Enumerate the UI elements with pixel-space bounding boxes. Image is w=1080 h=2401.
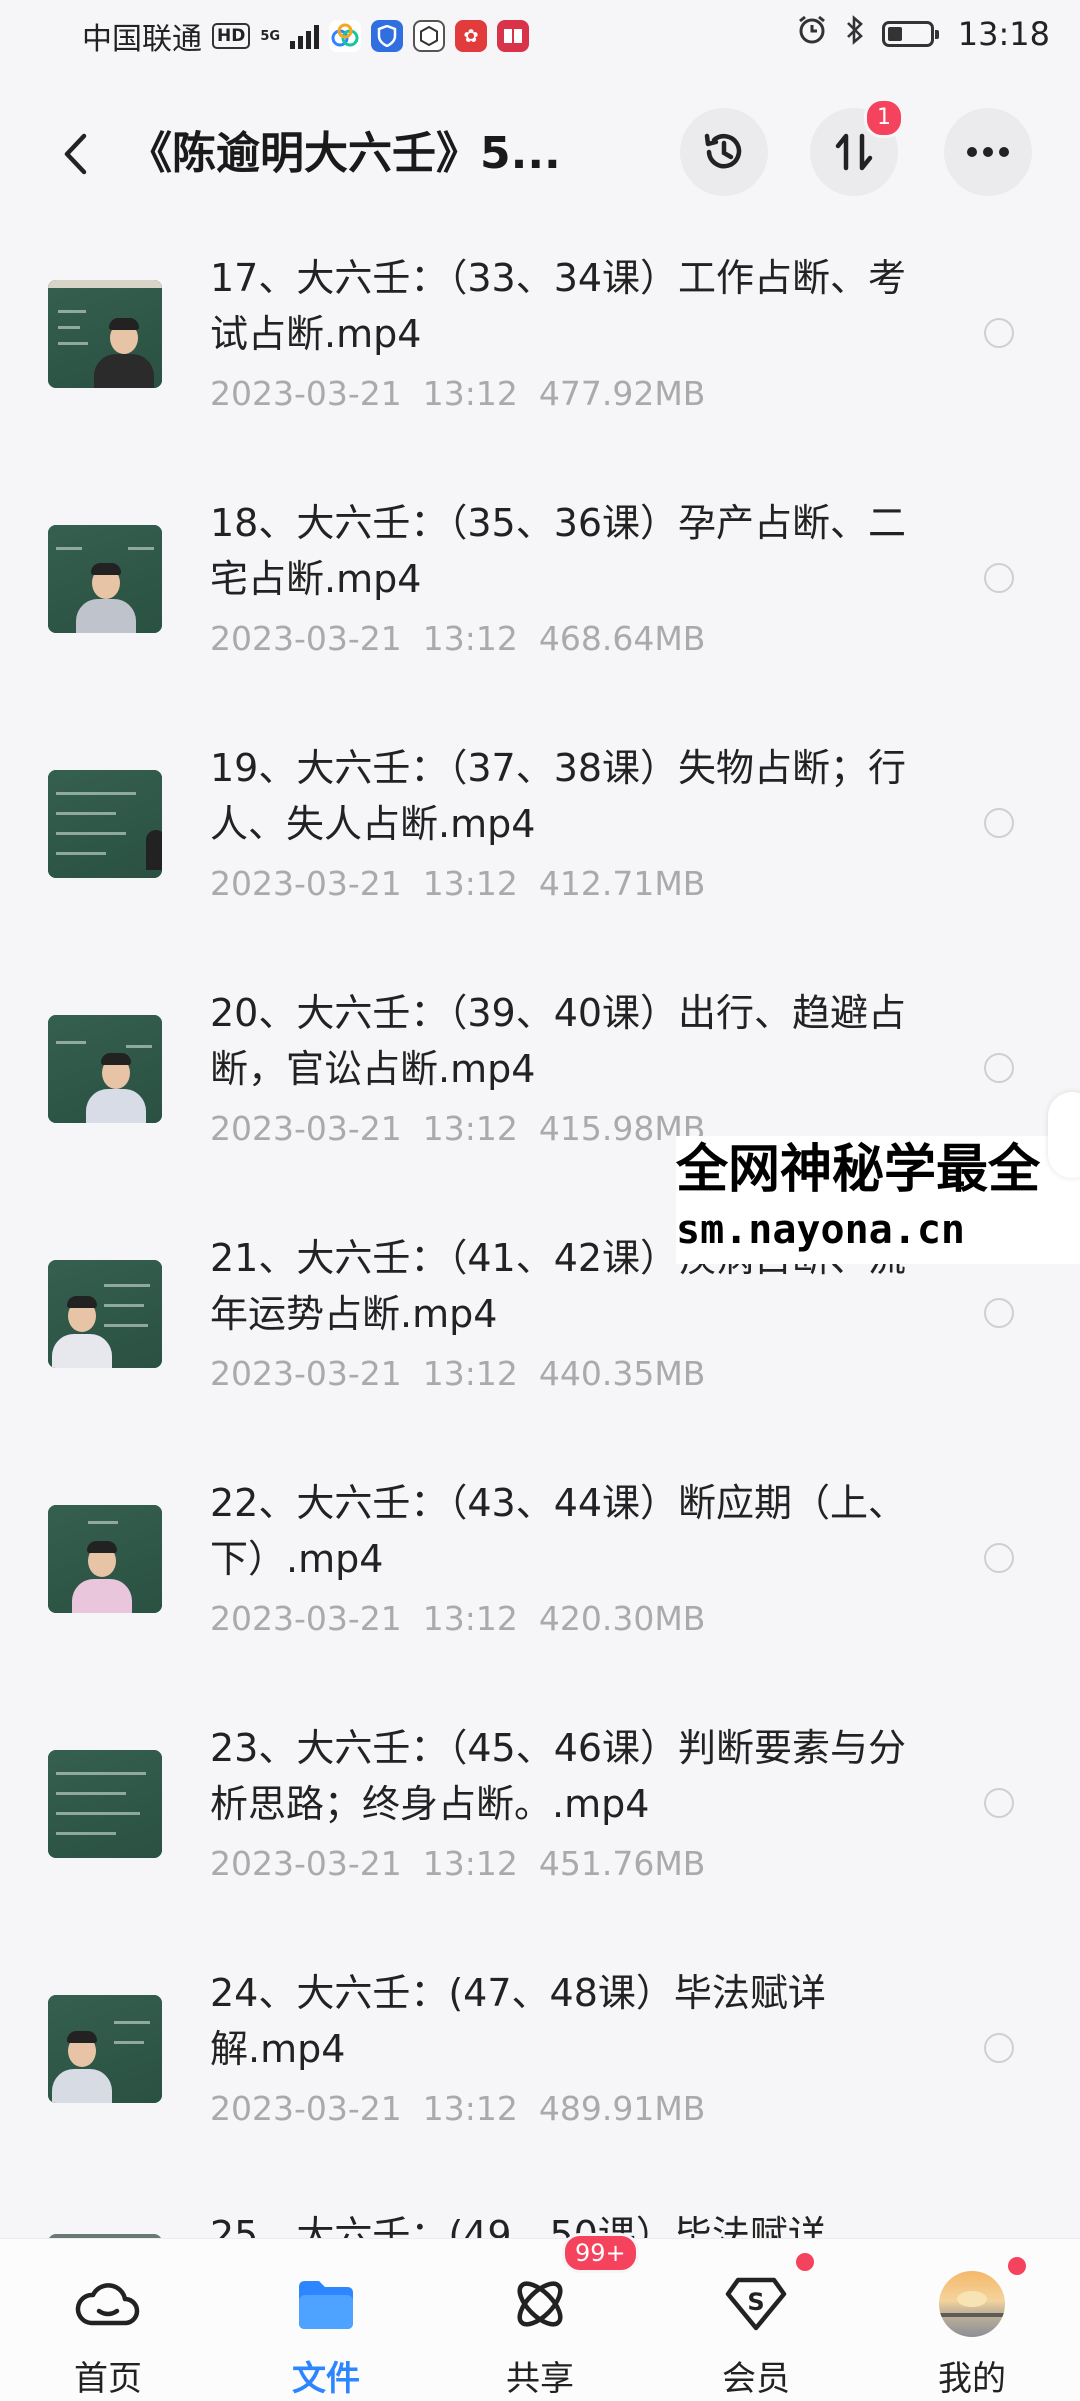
side-scroll-handle[interactable]: [1048, 1092, 1080, 1178]
share-badge: 99+: [562, 2233, 639, 2273]
video-thumbnail: [48, 1260, 162, 1368]
tab-label: 我的: [938, 2359, 1006, 2399]
file-meta: 2023-03-21 13:12 412.71MB: [210, 864, 706, 903]
home-cloud-icon: [73, 2269, 143, 2339]
carrier-label: 中国联通: [82, 22, 202, 57]
select-radio[interactable]: [984, 1543, 1014, 1573]
member-dot: [796, 2253, 814, 2271]
signal-icon: [290, 23, 320, 49]
transfer-icon: [835, 133, 873, 171]
more-button[interactable]: [944, 108, 1032, 196]
tab-label: 会员: [722, 2359, 790, 2399]
video-thumbnail: [48, 1995, 162, 2103]
select-radio[interactable]: [984, 808, 1014, 838]
chevron-left-icon: [64, 133, 87, 175]
back-button[interactable]: [50, 124, 100, 184]
video-thumbnail: [48, 1750, 162, 1858]
top-bar: 《陈逾明大六壬》5... 1: [0, 98, 1080, 210]
tab-label: 共享: [506, 2359, 574, 2399]
battery-icon: [881, 21, 939, 47]
hd-indicator: HD: [212, 23, 251, 49]
network-type: 5G: [260, 28, 281, 44]
file-name: 23、大六壬：（45、46课）判断要素与分析思路；终身占断。.mp4: [210, 1726, 907, 1826]
more-icon: [967, 147, 1009, 157]
tab-member[interactable]: S 会员: [686, 2239, 826, 2401]
shield-app-icon: [371, 20, 404, 52]
clock: 13:18: [957, 15, 1050, 53]
file-meta: 2023-03-21 13:12 489.91MB: [210, 2089, 706, 2128]
history-button[interactable]: [680, 108, 768, 196]
tab-home[interactable]: 首页: [38, 2239, 178, 2401]
bottom-nav: 首页 文件 99+ 共享 S 会员 我的: [0, 2233, 1080, 2401]
watermark-line-2: sm.nayona.cn: [676, 1207, 965, 1253]
video-thumbnail: [48, 280, 162, 388]
watermark-line-1: 全网神秘学最全: [676, 1140, 1041, 1200]
file-meta: 2023-03-21 13:12 440.35MB: [210, 1354, 706, 1393]
file-name: 24、大六壬：(47、48课）毕法赋详解.mp4: [210, 1971, 826, 2071]
transfer-button[interactable]: 1: [810, 98, 904, 196]
file-meta: 2023-03-21 13:12 420.30MB: [210, 1599, 706, 1638]
select-radio[interactable]: [984, 1053, 1014, 1083]
file-name: 19、大六壬：（37、38课）失物占断；行人、失人占断.mp4: [210, 746, 907, 846]
file-name: 17、大六壬：（33、34课）工作占断、考试占断.mp4: [210, 256, 907, 356]
tab-share[interactable]: 99+ 共享: [470, 2233, 639, 2401]
orbit-icon: [505, 2269, 575, 2339]
file-name: 22、大六壬：（43、44课）断应期（上、下）.mp4: [210, 1481, 907, 1581]
video-thumbnail: [48, 770, 162, 878]
tab-mine[interactable]: 我的: [902, 2239, 1042, 2401]
video-thumbnail: [48, 1015, 162, 1123]
file-meta: 2023-03-21 13:12 477.92MB: [210, 374, 706, 413]
file-row[interactable]: 23、大六壬：（45、46课）判断要素与分析思路；终身占断。.mp4 2023-…: [0, 1702, 1080, 1947]
select-radio[interactable]: [984, 1788, 1014, 1818]
history-icon: [704, 133, 742, 169]
bluetooth-icon: [844, 14, 866, 54]
watermark: 全网神秘学最全 sm.nayona.cn: [676, 1136, 1080, 1264]
avatar: [937, 2269, 1007, 2339]
file-meta: 2023-03-21 13:12 451.76MB: [210, 1844, 706, 1883]
file-meta: 2023-03-21 13:12 415.98MB: [210, 1109, 706, 1148]
folder-icon: [291, 2269, 361, 2339]
transfer-badge: 1: [864, 98, 904, 138]
file-meta: 2023-03-21 13:12 468.64MB: [210, 619, 706, 658]
video-thumbnail: [48, 525, 162, 633]
mine-dot: [1008, 2257, 1026, 2275]
file-row[interactable]: 19、大六壬：（37、38课）失物占断；行人、失人占断.mp4 2023-03-…: [0, 722, 1080, 967]
file-row[interactable]: 17、大六壬：（33、34课）工作占断、考试占断.mp4 2023-03-21 …: [0, 232, 1080, 477]
file-row[interactable]: 24、大六壬：(47、48课）毕法赋详解.mp4 2023-03-21 13:1…: [0, 1947, 1080, 2192]
video-thumbnail: [48, 1505, 162, 1613]
page-title: 《陈逾明大六壬》5...: [128, 128, 561, 179]
status-bar: 中国联通 HD 5G ✿ 13:18: [0, 0, 1080, 76]
book-app-icon: [497, 20, 530, 52]
file-name: 20、大六壬：（39、40课）出行、趋避占断，官讼占断.mp4: [210, 991, 907, 1091]
alarm-icon: [796, 14, 828, 54]
tab-label: 首页: [74, 2359, 142, 2399]
file-row[interactable]: 22、大六壬：（43、44课）断应期（上、下）.mp4 2023-03-21 1…: [0, 1457, 1080, 1702]
select-radio[interactable]: [984, 2033, 1014, 2063]
select-radio[interactable]: [984, 318, 1014, 348]
hexagon-app-icon: [413, 20, 446, 52]
tab-label: 文件: [292, 2359, 360, 2399]
member-diamond-icon: S: [721, 2269, 791, 2339]
svg-text:S: S: [747, 2288, 764, 2316]
file-row[interactable]: 18、大六壬：（35、36课）孕产占断、二宅占断.mp4 2023-03-21 …: [0, 477, 1080, 722]
tab-files[interactable]: 文件: [256, 2239, 396, 2401]
select-radio[interactable]: [984, 563, 1014, 593]
file-name: 18、大六壬：（35、36课）孕产占断、二宅占断.mp4: [210, 501, 907, 601]
select-radio[interactable]: [984, 1298, 1014, 1328]
game-app-icon: ✿: [455, 20, 488, 52]
cloud-app-icon: [329, 20, 362, 52]
